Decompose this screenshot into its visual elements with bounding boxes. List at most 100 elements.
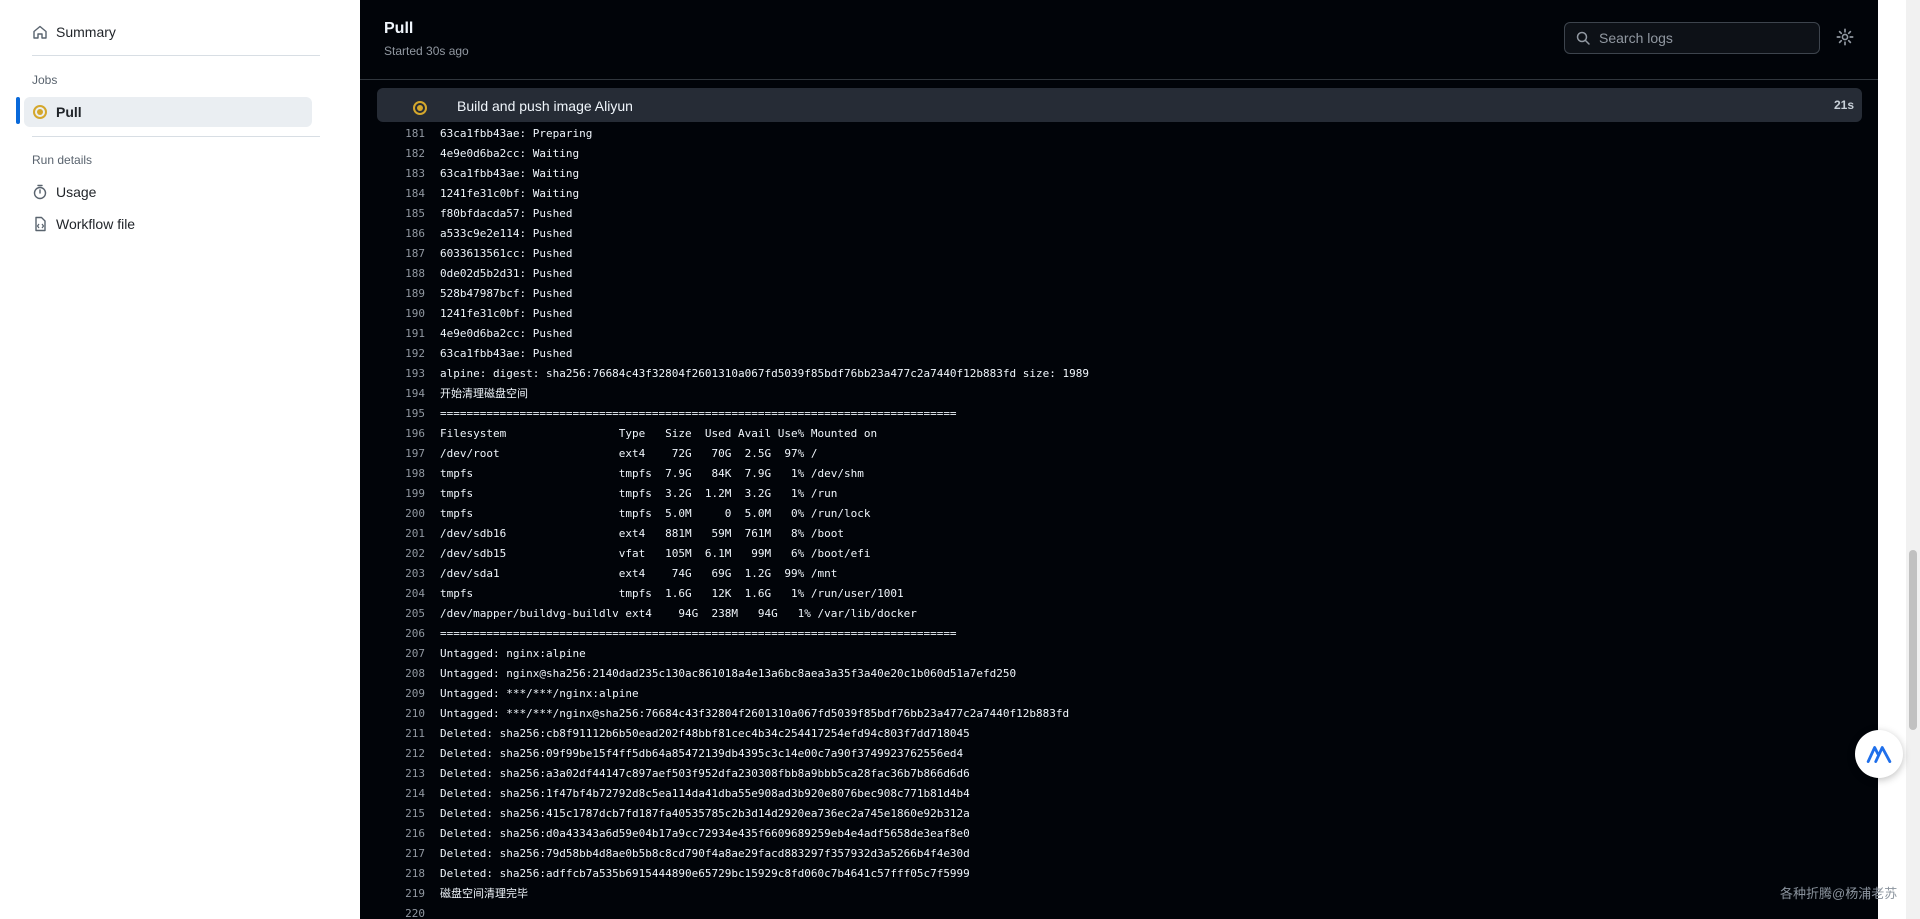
search-icon: [1576, 31, 1590, 45]
watermark: 各种折腾@杨浦老苏: [1780, 886, 1898, 901]
log-line: 220: [360, 904, 1860, 919]
log-text: Deleted: sha256:09f99be15f4ff5db64a85472…: [440, 747, 964, 760]
log-text: Filesystem Type Size Used Avail Use% Mou…: [440, 427, 878, 440]
sidebar-divider: [32, 55, 320, 56]
line-number[interactable]: 190: [385, 304, 425, 324]
gear-icon[interactable]: [1836, 28, 1856, 48]
in-progress-icon: [413, 98, 427, 115]
line-number[interactable]: 200: [385, 504, 425, 524]
line-number[interactable]: 207: [385, 644, 425, 664]
log-line: 213 Deleted: sha256:a3a02df44147c897aef50…: [360, 764, 1860, 784]
line-number[interactable]: 206: [385, 624, 425, 644]
log-line: 195 =====================================…: [360, 404, 1860, 424]
line-number[interactable]: 217: [385, 844, 425, 864]
line-number[interactable]: 185: [385, 204, 425, 224]
line-number[interactable]: 212: [385, 744, 425, 764]
log-line: 219 磁盘空间清理完毕: [360, 884, 1860, 904]
line-number[interactable]: 193: [385, 364, 425, 384]
log-line: 188 0de02d5b2d31: Pushed: [360, 264, 1860, 284]
log-text: Deleted: sha256:79d58bb4d8ae0b5b8c8cd790…: [440, 847, 970, 860]
log-text: /dev/sdb16 ext4 881M 59M 761M 8% /boot: [440, 527, 844, 540]
log-text: 4e9e0d6ba2cc: Pushed: [440, 327, 573, 340]
log-line: 183 63ca1fbb43ae: Waiting: [360, 164, 1860, 184]
line-number[interactable]: 194: [385, 384, 425, 404]
log-line: 214 Deleted: sha256:1f47bf4b72792d8c5ea11…: [360, 784, 1860, 804]
sidebar-item-workflow-file[interactable]: Workflow file: [24, 209, 312, 239]
log-line: 206 =====================================…: [360, 624, 1860, 644]
scrollbar-thumb[interactable]: [1909, 550, 1917, 730]
line-number[interactable]: 197: [385, 444, 425, 464]
log-text: Untagged: nginx:alpine: [440, 647, 586, 660]
log-text: 63ca1fbb43ae: Preparing: [440, 127, 593, 140]
log-line: 211 Deleted: sha256:cb8f91112b6b50ead202f…: [360, 724, 1860, 744]
search-logs[interactable]: [1564, 22, 1820, 54]
log-line: 210 Untagged: ***/***/nginx@sha256:76684c…: [360, 704, 1860, 724]
line-number[interactable]: 214: [385, 784, 425, 804]
line-number[interactable]: 202: [385, 544, 425, 564]
log-text: tmpfs tmpfs 1.6G 12K 1.6G 1% /run/user/1…: [440, 587, 904, 600]
line-number[interactable]: 192: [385, 344, 425, 364]
line-number[interactable]: 215: [385, 804, 425, 824]
line-number[interactable]: 219: [385, 884, 425, 904]
line-number[interactable]: 191: [385, 324, 425, 344]
scrollbar[interactable]: [1906, 0, 1920, 919]
assistant-float-button[interactable]: [1855, 730, 1903, 778]
search-input[interactable]: [1599, 30, 1799, 46]
run-details-heading: Run details: [32, 153, 93, 167]
page-title: Pull: [384, 20, 414, 37]
line-number[interactable]: 198: [385, 464, 425, 484]
log-text: /dev/sdb15 vfat 105M 6.1M 99M 6% /boot/e…: [440, 547, 871, 560]
log-line: 191 4e9e0d6ba2cc: Pushed: [360, 324, 1860, 344]
log-line: 182 4e9e0d6ba2cc: Waiting: [360, 144, 1860, 164]
step-name: Build and push image Aliyun: [457, 98, 633, 114]
log-line: 209 Untagged: ***/***/nginx:alpine: [360, 684, 1860, 704]
sidebar-item-usage[interactable]: Usage: [24, 177, 312, 207]
line-number[interactable]: 188: [385, 264, 425, 284]
line-number[interactable]: 203: [385, 564, 425, 584]
sidebar-item-job-pull[interactable]: Pull: [24, 97, 312, 127]
sidebar-item-summary[interactable]: Summary: [24, 17, 312, 47]
log-text: Deleted: sha256:adffcb7a535b6915444890e6…: [440, 867, 970, 880]
step-header[interactable]: Build and push image Aliyun 21s: [377, 88, 1862, 122]
line-number[interactable]: 208: [385, 664, 425, 684]
line-number[interactable]: 182: [385, 144, 425, 164]
line-number[interactable]: 187: [385, 244, 425, 264]
log-text: Deleted: sha256:d0a43343a6d59e04b17a9cc7…: [440, 827, 970, 840]
line-number[interactable]: 189: [385, 284, 425, 304]
log-line: 207 Untagged: nginx:alpine: [360, 644, 1860, 664]
log-line: 186 a533c9e2e114: Pushed: [360, 224, 1860, 244]
line-number[interactable]: 199: [385, 484, 425, 504]
line-number[interactable]: 218: [385, 864, 425, 884]
line-number[interactable]: 181: [385, 124, 425, 144]
log-text: /dev/root ext4 72G 70G 2.5G 97% /: [440, 447, 818, 460]
line-number[interactable]: 204: [385, 584, 425, 604]
log-line: 201/dev/sdb16 ext4 881M 59M 761M 8% /boo…: [360, 524, 1860, 544]
log-line: 205/dev/mapper/buildvg-buildlv ext4 94G …: [360, 604, 1860, 624]
line-number[interactable]: 195: [385, 404, 425, 424]
line-number[interactable]: 220: [385, 904, 425, 919]
log-text: /dev/sda1 ext4 74G 69G 1.2G 99% /mnt: [440, 567, 838, 580]
log-line: 193 alpine: digest: sha256:76684c43f32804…: [360, 364, 1860, 384]
line-number[interactable]: 209: [385, 684, 425, 704]
log-line: 181 63ca1fbb43ae: Preparing: [360, 124, 1860, 144]
line-number[interactable]: 196: [385, 424, 425, 444]
log-line: 185 f80bfdacda57: Pushed: [360, 204, 1860, 224]
in-progress-icon: [32, 104, 48, 120]
line-number[interactable]: 213: [385, 764, 425, 784]
active-indicator: [16, 97, 20, 124]
log-line: 208 Untagged: nginx@sha256:2140dad235c130…: [360, 664, 1860, 684]
log-line: 187 6033613561cc: Pushed: [360, 244, 1860, 264]
log-text: 6033613561cc: Pushed: [440, 247, 573, 260]
line-number[interactable]: 211: [385, 724, 425, 744]
log-text: 528b47987bcf: Pushed: [440, 287, 573, 300]
line-number[interactable]: 216: [385, 824, 425, 844]
log-line: 198 tmpfs tmpfs 7.9G 84K 7.9G 1% /dev/shm: [360, 464, 1860, 484]
line-number[interactable]: 205: [385, 604, 425, 624]
line-number[interactable]: 210: [385, 704, 425, 724]
line-number[interactable]: 186: [385, 224, 425, 244]
log-line: 204 tmpfs tmpfs 1.6G 12K 1.6G 1% /run/use…: [360, 584, 1860, 604]
jobs-heading: Jobs: [32, 73, 58, 87]
line-number[interactable]: 201: [385, 524, 425, 544]
line-number[interactable]: 184: [385, 184, 425, 204]
line-number[interactable]: 183: [385, 164, 425, 184]
